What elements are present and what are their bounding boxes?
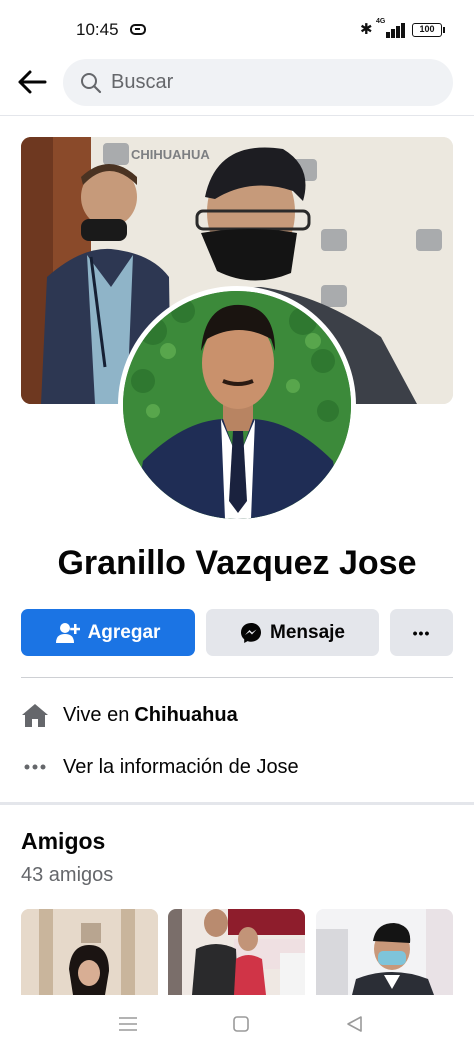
- search-input[interactable]: [111, 59, 431, 106]
- search-header: [0, 58, 474, 116]
- back-button[interactable]: [14, 64, 50, 100]
- add-friend-icon: [55, 622, 80, 644]
- friend-card[interactable]: [21, 909, 158, 995]
- message-button[interactable]: Mensaje: [206, 609, 379, 656]
- ellipsis-icon: [21, 753, 49, 781]
- see-about-label: Ver la información de Jose: [63, 755, 299, 778]
- lives-in-city[interactable]: Chihuahua: [134, 704, 237, 727]
- home-icon: [21, 701, 49, 729]
- recent-apps-icon[interactable]: [116, 1013, 140, 1035]
- add-friend-button[interactable]: Agregar: [21, 609, 195, 656]
- bluetooth-icon: ✱: [360, 21, 373, 38]
- back-arrow-icon: [18, 70, 47, 94]
- cover-banner-text: CHIHUAHUA: [131, 147, 210, 162]
- more-options-button[interactable]: •••: [390, 609, 453, 656]
- status-bar: 10:45 ✱ 4G 100: [0, 0, 474, 60]
- friends-title: Amigos: [21, 828, 106, 854]
- profile-name: Granillo Vazquez Jose: [57, 544, 417, 582]
- friend-card[interactable]: [316, 909, 453, 995]
- friend-card[interactable]: [168, 909, 305, 995]
- search-icon: [81, 73, 102, 94]
- message-label: Mensaje: [270, 621, 345, 643]
- back-nav-icon[interactable]: [343, 1013, 367, 1035]
- more-options-icon: •••: [412, 624, 431, 641]
- messenger-icon: [240, 622, 262, 644]
- add-friend-label: Agregar: [87, 621, 161, 643]
- friends-count[interactable]: 43 amigos: [21, 864, 113, 887]
- status-time: 10:45: [76, 20, 119, 39]
- home-nav-icon[interactable]: [229, 1013, 253, 1035]
- lives-in-prefix: Vive en: [63, 703, 130, 726]
- lives-in-row: Vive en Chihuahua: [21, 700, 238, 730]
- search-box[interactable]: [63, 59, 453, 106]
- do-not-disturb-icon: [130, 24, 146, 35]
- signal-icon: 4G: [376, 18, 406, 38]
- see-about-row[interactable]: Ver la información de Jose: [21, 752, 299, 782]
- profile-photo[interactable]: [118, 286, 356, 524]
- section-separator: [0, 802, 474, 805]
- system-navigation-bar: [0, 995, 474, 1053]
- divider: [21, 677, 453, 678]
- battery-icon: 100: [412, 23, 445, 37]
